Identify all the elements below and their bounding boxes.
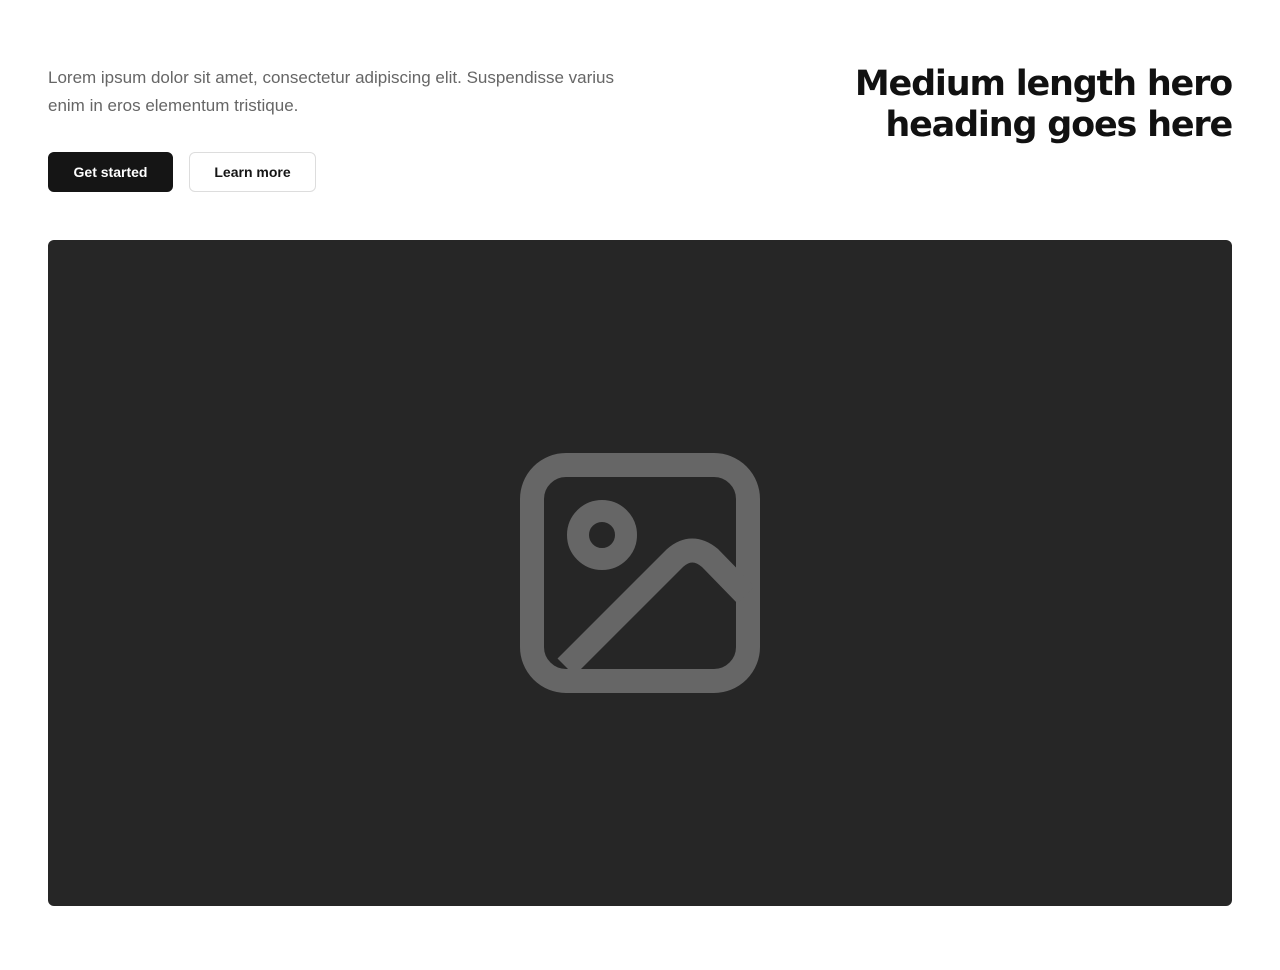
hero-heading-line-1: Medium length hero <box>854 64 1233 104</box>
get-started-button[interactable]: Get started <box>48 152 173 192</box>
hero-media-placeholder <box>48 240 1232 906</box>
hero-intro: Lorem ipsum dolor sit amet, consectetur … <box>48 64 648 192</box>
hero-heading-line-2: heading goes here <box>885 105 1233 145</box>
learn-more-button[interactable]: Learn more <box>189 152 316 192</box>
hero-actions: Get started Learn more <box>48 152 316 192</box>
hero-heading: Medium length hero heading goes here <box>712 64 1233 146</box>
hero-description: Lorem ipsum dolor sit amet, consectetur … <box>48 68 614 115</box>
hero-header: Lorem ipsum dolor sit amet, consectetur … <box>48 64 1233 204</box>
image-placeholder-icon <box>520 453 760 693</box>
